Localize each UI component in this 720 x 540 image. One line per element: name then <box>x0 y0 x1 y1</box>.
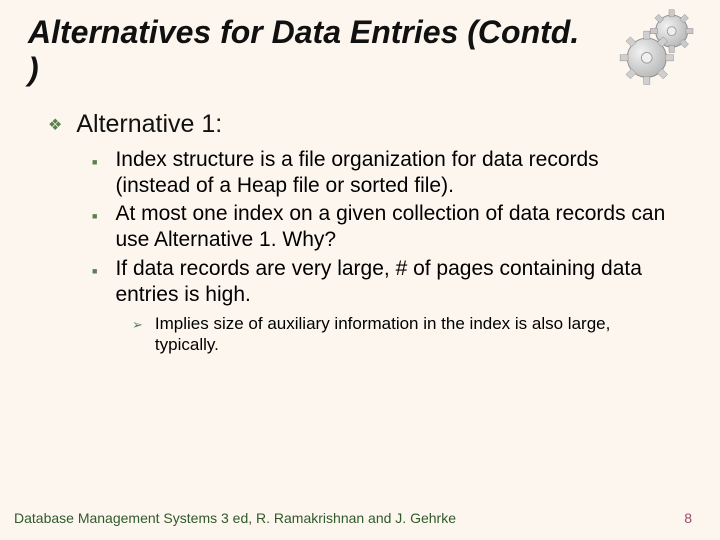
square-bullet-icon: ■ <box>92 258 97 284</box>
bullet-text: At most one index on a given collection … <box>115 201 675 254</box>
footer-text: Database Management Systems 3 ed, R. Ram… <box>14 510 456 526</box>
list-item: ■ At most one index on a given collectio… <box>92 201 692 254</box>
list-item: ■ If data records are very large, # of p… <box>92 256 692 309</box>
gears-icon <box>616 8 706 88</box>
bullet-list: ■ Index structure is a file organization… <box>48 147 692 356</box>
arrow-bullet-icon: ➢ <box>132 314 143 336</box>
square-bullet-icon: ■ <box>92 203 97 229</box>
heading-row: ❖ Alternative 1: <box>48 110 692 139</box>
footer: Database Management Systems 3 ed, R. Ram… <box>0 510 720 526</box>
section-heading: Alternative 1: <box>76 110 222 139</box>
list-item: ■ Index structure is a file organization… <box>92 147 692 200</box>
list-item: ➢ Implies size of auxiliary information … <box>132 314 692 355</box>
slide-title: Alternatives for Data Entries (Contd. ) <box>28 14 588 88</box>
slide: Alternatives for Data Entries (Contd. ) … <box>0 0 720 540</box>
page-number: 8 <box>684 510 692 526</box>
square-bullet-icon: ■ <box>92 149 97 175</box>
diamond-bullet-icon: ❖ <box>48 112 62 140</box>
body: ❖ Alternative 1: ■ Index structure is a … <box>28 110 692 356</box>
bullet-text: Index structure is a file organization f… <box>115 147 675 200</box>
sub-bullet-list: ➢ Implies size of auxiliary information … <box>92 314 692 355</box>
bullet-text: If data records are very large, # of pag… <box>115 256 675 309</box>
sub-bullet-text: Implies size of auxiliary information in… <box>155 314 655 355</box>
